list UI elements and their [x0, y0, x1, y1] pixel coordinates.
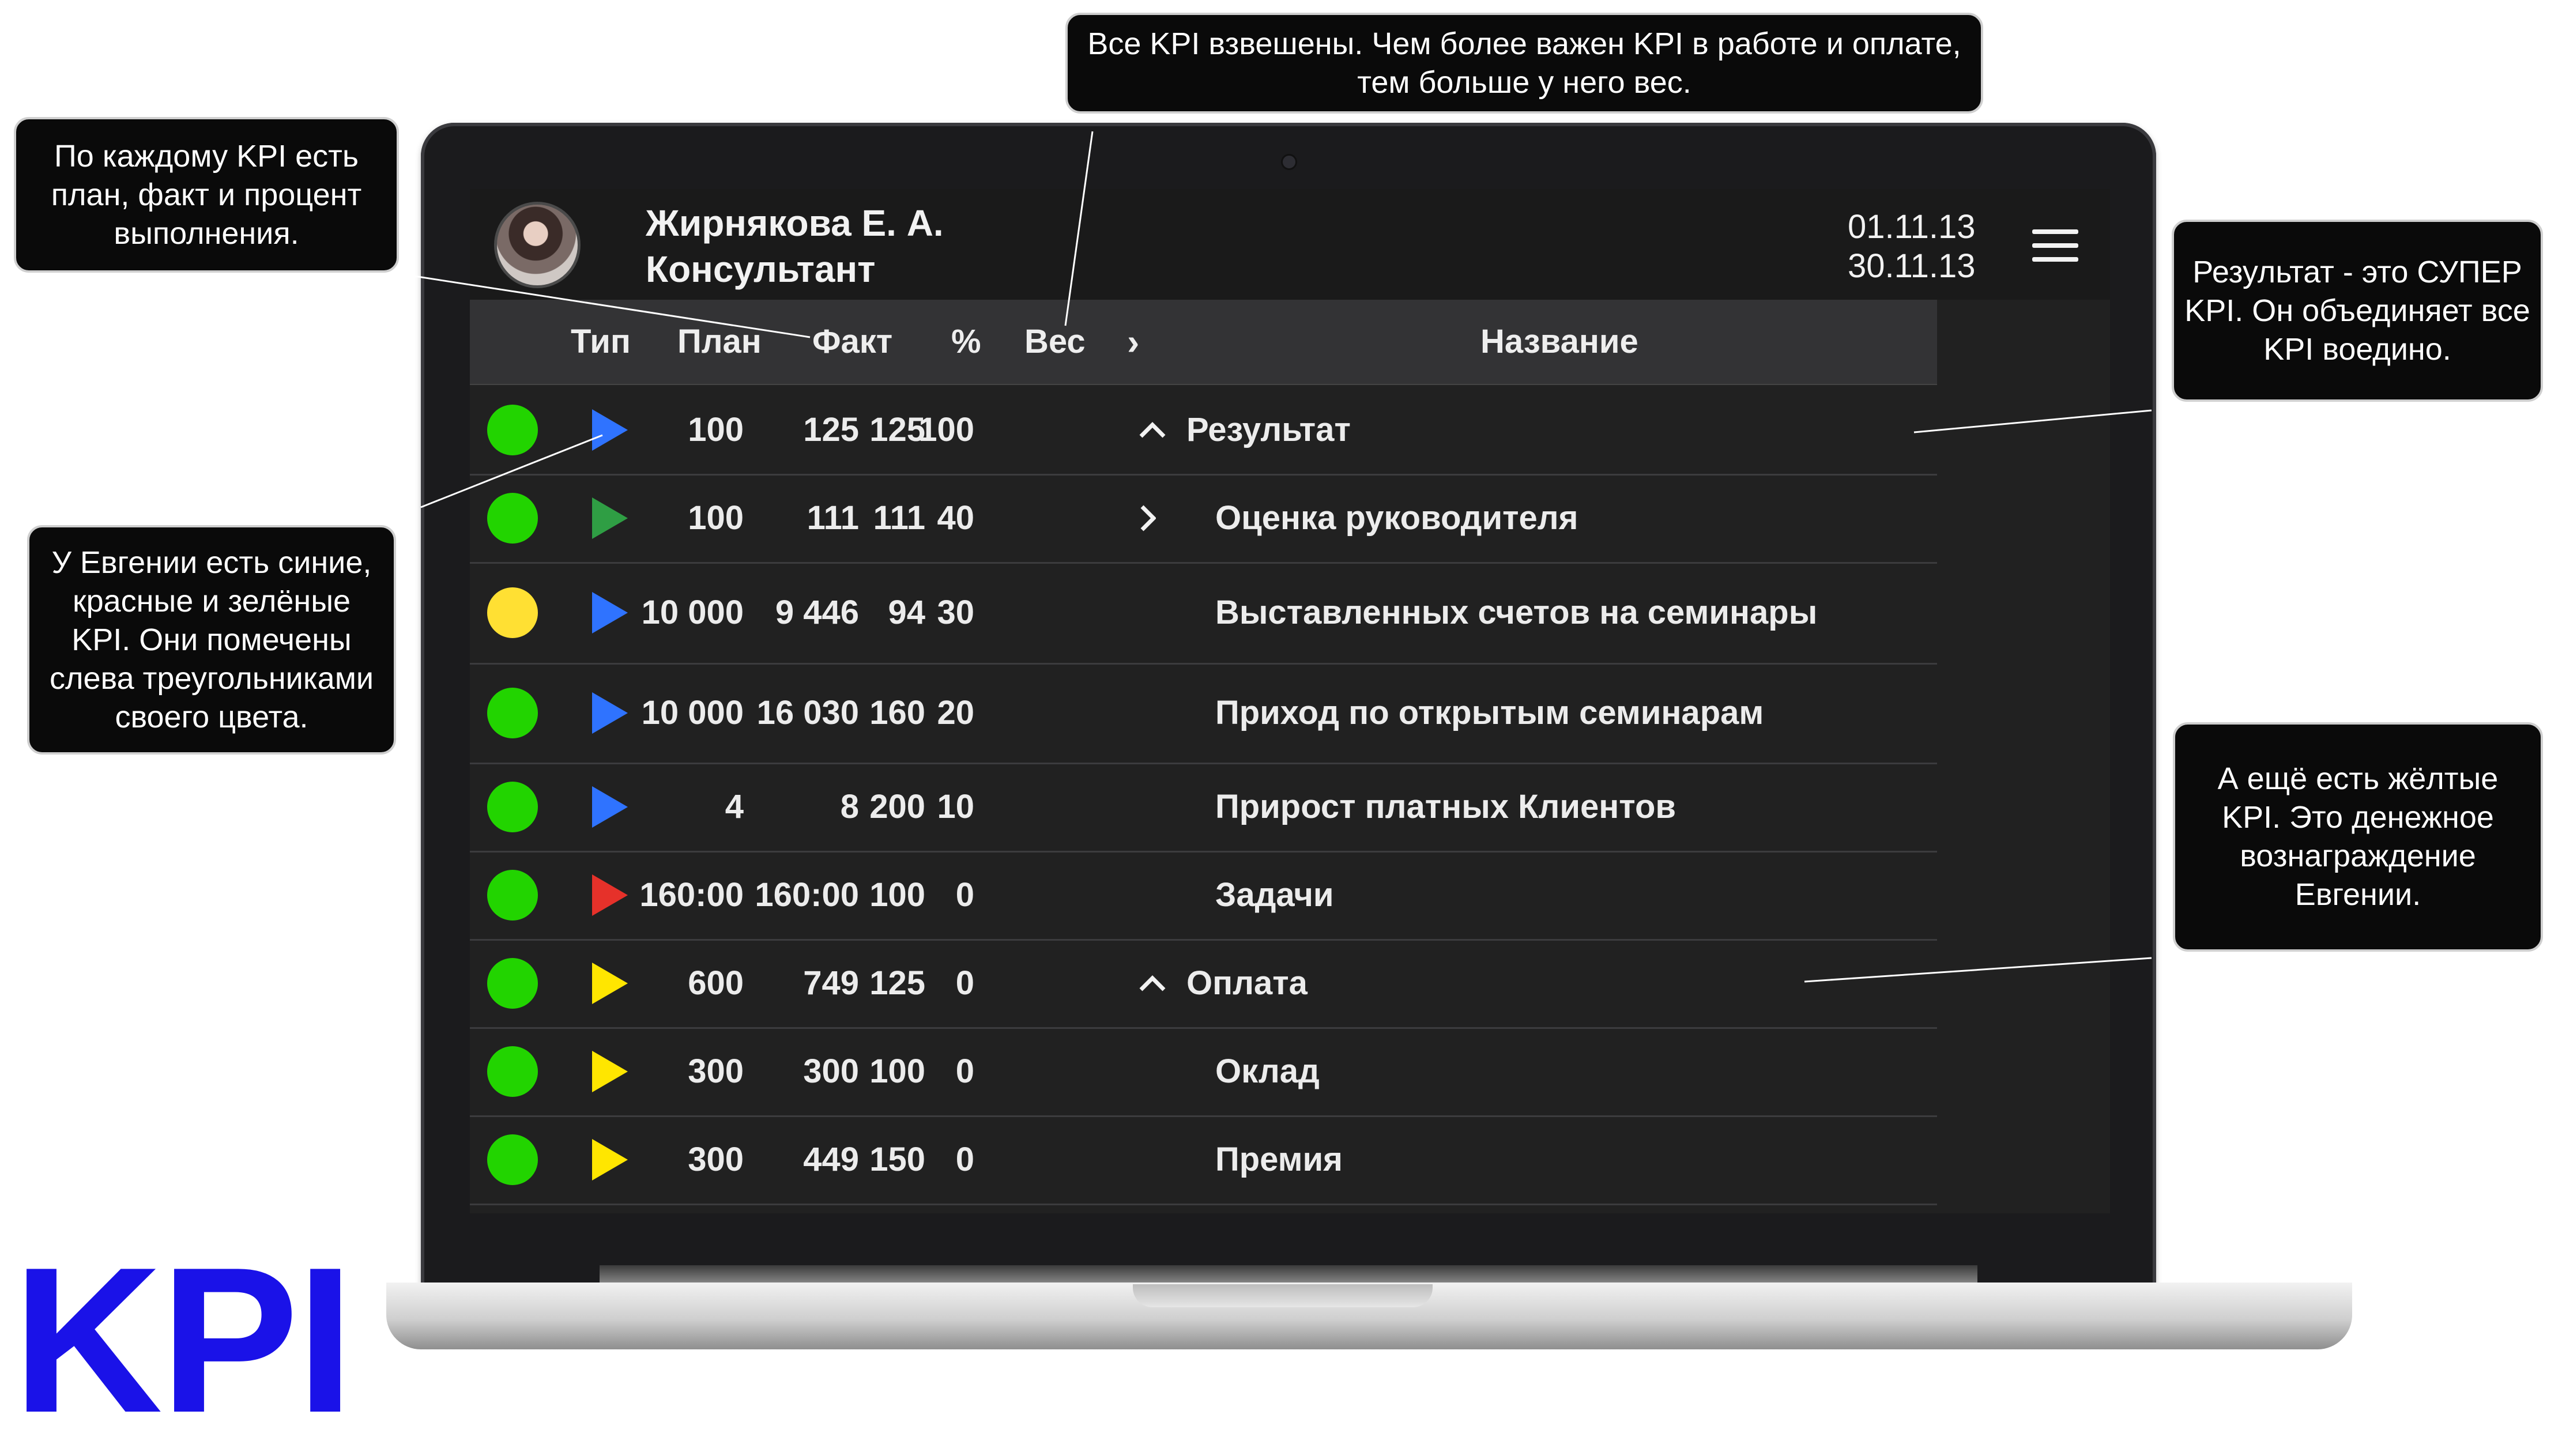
- kpi-logo: KPI: [13, 1224, 354, 1456]
- cell-percent: 125: [869, 411, 925, 448]
- cell-fact: 111: [807, 499, 859, 537]
- status-dot-icon: [487, 781, 538, 832]
- avatar[interactable]: [494, 202, 581, 288]
- cell-name[interactable]: Прирост платных Клиентов: [1215, 763, 1676, 851]
- type-triangle-icon: [592, 591, 628, 633]
- cell-plan: 600: [688, 964, 744, 1002]
- status-dot-icon: [487, 492, 538, 544]
- column-weight[interactable]: Вес: [1024, 300, 1086, 384]
- callout-weights: Все KPI взвешены. Чем более важен KPI в …: [1065, 13, 1983, 114]
- cell-percent: 150: [869, 1141, 925, 1178]
- cell-percent: 160: [869, 694, 925, 731]
- cell-name[interactable]: Оклад: [1215, 1027, 1320, 1115]
- table-header: Тип План Факт % Вес › Название: [470, 300, 1937, 385]
- cell-percent: 125: [869, 964, 925, 1002]
- table-row[interactable]: 600 749 125 0 Оплата: [470, 939, 1937, 1029]
- cell-plan: 300: [688, 1053, 744, 1090]
- status-dot-icon: [487, 687, 538, 738]
- cell-name[interactable]: Выставленных счетов на семинары: [1215, 562, 1817, 663]
- column-name[interactable]: Название: [1480, 300, 1638, 384]
- cell-fact: 160:00: [755, 876, 859, 914]
- type-triangle-icon: [592, 497, 628, 539]
- cell-fact: 125: [803, 411, 859, 448]
- type-triangle-icon: [592, 1138, 628, 1180]
- cell-plan: 10 000: [641, 594, 744, 631]
- status-dot-icon: [487, 957, 538, 1009]
- column-percent[interactable]: %: [951, 300, 981, 384]
- cell-percent: 100: [869, 1053, 925, 1090]
- cell-plan: 100: [688, 499, 744, 537]
- cell-plan: 100: [688, 411, 744, 448]
- app-header: Жирнякова Е. А. Консультант 01.11.13 30.…: [470, 189, 2110, 300]
- column-type[interactable]: Тип: [571, 300, 631, 384]
- cell-plan: 4: [725, 788, 744, 825]
- cell-percent: 111: [873, 499, 925, 537]
- cell-weight: 0: [955, 1141, 974, 1178]
- cell-fact: 449: [803, 1141, 859, 1178]
- cell-fact: 749: [803, 964, 859, 1002]
- user-name: Жирнякова Е. А.: [646, 202, 944, 244]
- status-dot-icon: [487, 869, 538, 921]
- date-to[interactable]: 30.11.13: [1848, 247, 1975, 285]
- cell-weight: 0: [955, 876, 974, 914]
- status-dot-icon: [487, 587, 538, 638]
- type-triangle-icon: [592, 874, 628, 916]
- type-triangle-icon: [592, 692, 628, 734]
- status-dot-icon: [487, 404, 538, 455]
- table-row[interactable]: 100 111 111 40 Оценка руководителя: [470, 474, 1937, 564]
- chevron-up-icon[interactable]: [1139, 386, 1166, 474]
- table-row[interactable]: 100 125 125 100 Результат: [470, 386, 1937, 476]
- status-dot-icon: [487, 1046, 538, 1097]
- type-triangle-icon: [592, 1050, 628, 1092]
- cell-percent: 94: [888, 594, 925, 631]
- cell-percent: 100: [869, 876, 925, 914]
- type-triangle-icon: [592, 962, 628, 1004]
- user-role: Консультант: [646, 248, 876, 290]
- chevron-right-icon[interactable]: ›: [1127, 300, 1139, 384]
- type-triangle-icon: [592, 786, 628, 828]
- laptop-notch: [1133, 1284, 1433, 1307]
- cell-weight: 40: [937, 499, 974, 537]
- callout-plan-fact: По каждому KPI есть план, факт и процент…: [14, 117, 399, 273]
- callout-colors: У Евгении есть синие, красные и зелёные …: [27, 525, 396, 755]
- cell-plan: 300: [688, 1141, 744, 1178]
- hamburger-menu-icon[interactable]: [2032, 229, 2078, 262]
- column-fact[interactable]: Факт: [812, 300, 892, 384]
- camera-icon: [1281, 154, 1297, 170]
- cell-plan: 160:00: [639, 876, 744, 914]
- cell-weight: 0: [955, 1053, 974, 1090]
- table-row[interactable]: 160:00 160:00 100 0 Задачи: [470, 851, 1937, 941]
- cell-plan: 10 000: [641, 694, 744, 731]
- cell-weight: 20: [937, 694, 974, 731]
- type-triangle-icon: [592, 409, 628, 451]
- column-plan[interactable]: План: [677, 300, 762, 384]
- cell-percent: 200: [869, 788, 925, 825]
- chevron-up-icon[interactable]: [1139, 939, 1166, 1027]
- chevron-right-icon[interactable]: [1139, 474, 1156, 562]
- status-dot-icon: [487, 1134, 538, 1185]
- cell-fact: 8: [840, 788, 859, 825]
- cell-name[interactable]: Оплата: [1186, 939, 1308, 1027]
- cell-fact: 16 030: [756, 694, 859, 731]
- cell-name[interactable]: Оценка руководителя: [1215, 474, 1578, 562]
- cell-weight: 10: [937, 788, 974, 825]
- cell-name[interactable]: Результат: [1186, 386, 1351, 474]
- cell-fact: 9 446: [775, 594, 859, 631]
- table-row[interactable]: 10 000 9 446 94 30 Выставленных счетов на се…: [470, 562, 1937, 665]
- cell-fact: 300: [803, 1053, 859, 1090]
- table-row[interactable]: 4 8 200 10 Прирост платных Клиентов: [470, 763, 1937, 853]
- table-row[interactable]: 300 449 150 0 Премия: [470, 1115, 1937, 1205]
- cell-name[interactable]: Задачи: [1215, 851, 1334, 939]
- cell-weight: 0: [955, 964, 974, 1002]
- callout-result: Результат - это СУПЕР KPI. Он объединяет…: [2172, 220, 2543, 402]
- cell-name[interactable]: Премия: [1215, 1115, 1343, 1204]
- cell-weight: 100: [918, 411, 974, 448]
- table-row[interactable]: 10 000 16 030 160 20 Приход по открытым семи…: [470, 663, 1937, 764]
- callout-yellow: А ещё есть жёлтые KPI. Это денежное возн…: [2173, 722, 2543, 952]
- cell-weight: 30: [937, 594, 974, 631]
- cell-name[interactable]: Приход по открытым семинарам: [1215, 663, 1764, 763]
- date-from[interactable]: 01.11.13: [1848, 208, 1975, 246]
- app-screen: Жирнякова Е. А. Консультант 01.11.13 30.…: [470, 189, 2110, 1213]
- table-row[interactable]: 300 300 100 0 Оклад: [470, 1027, 1937, 1117]
